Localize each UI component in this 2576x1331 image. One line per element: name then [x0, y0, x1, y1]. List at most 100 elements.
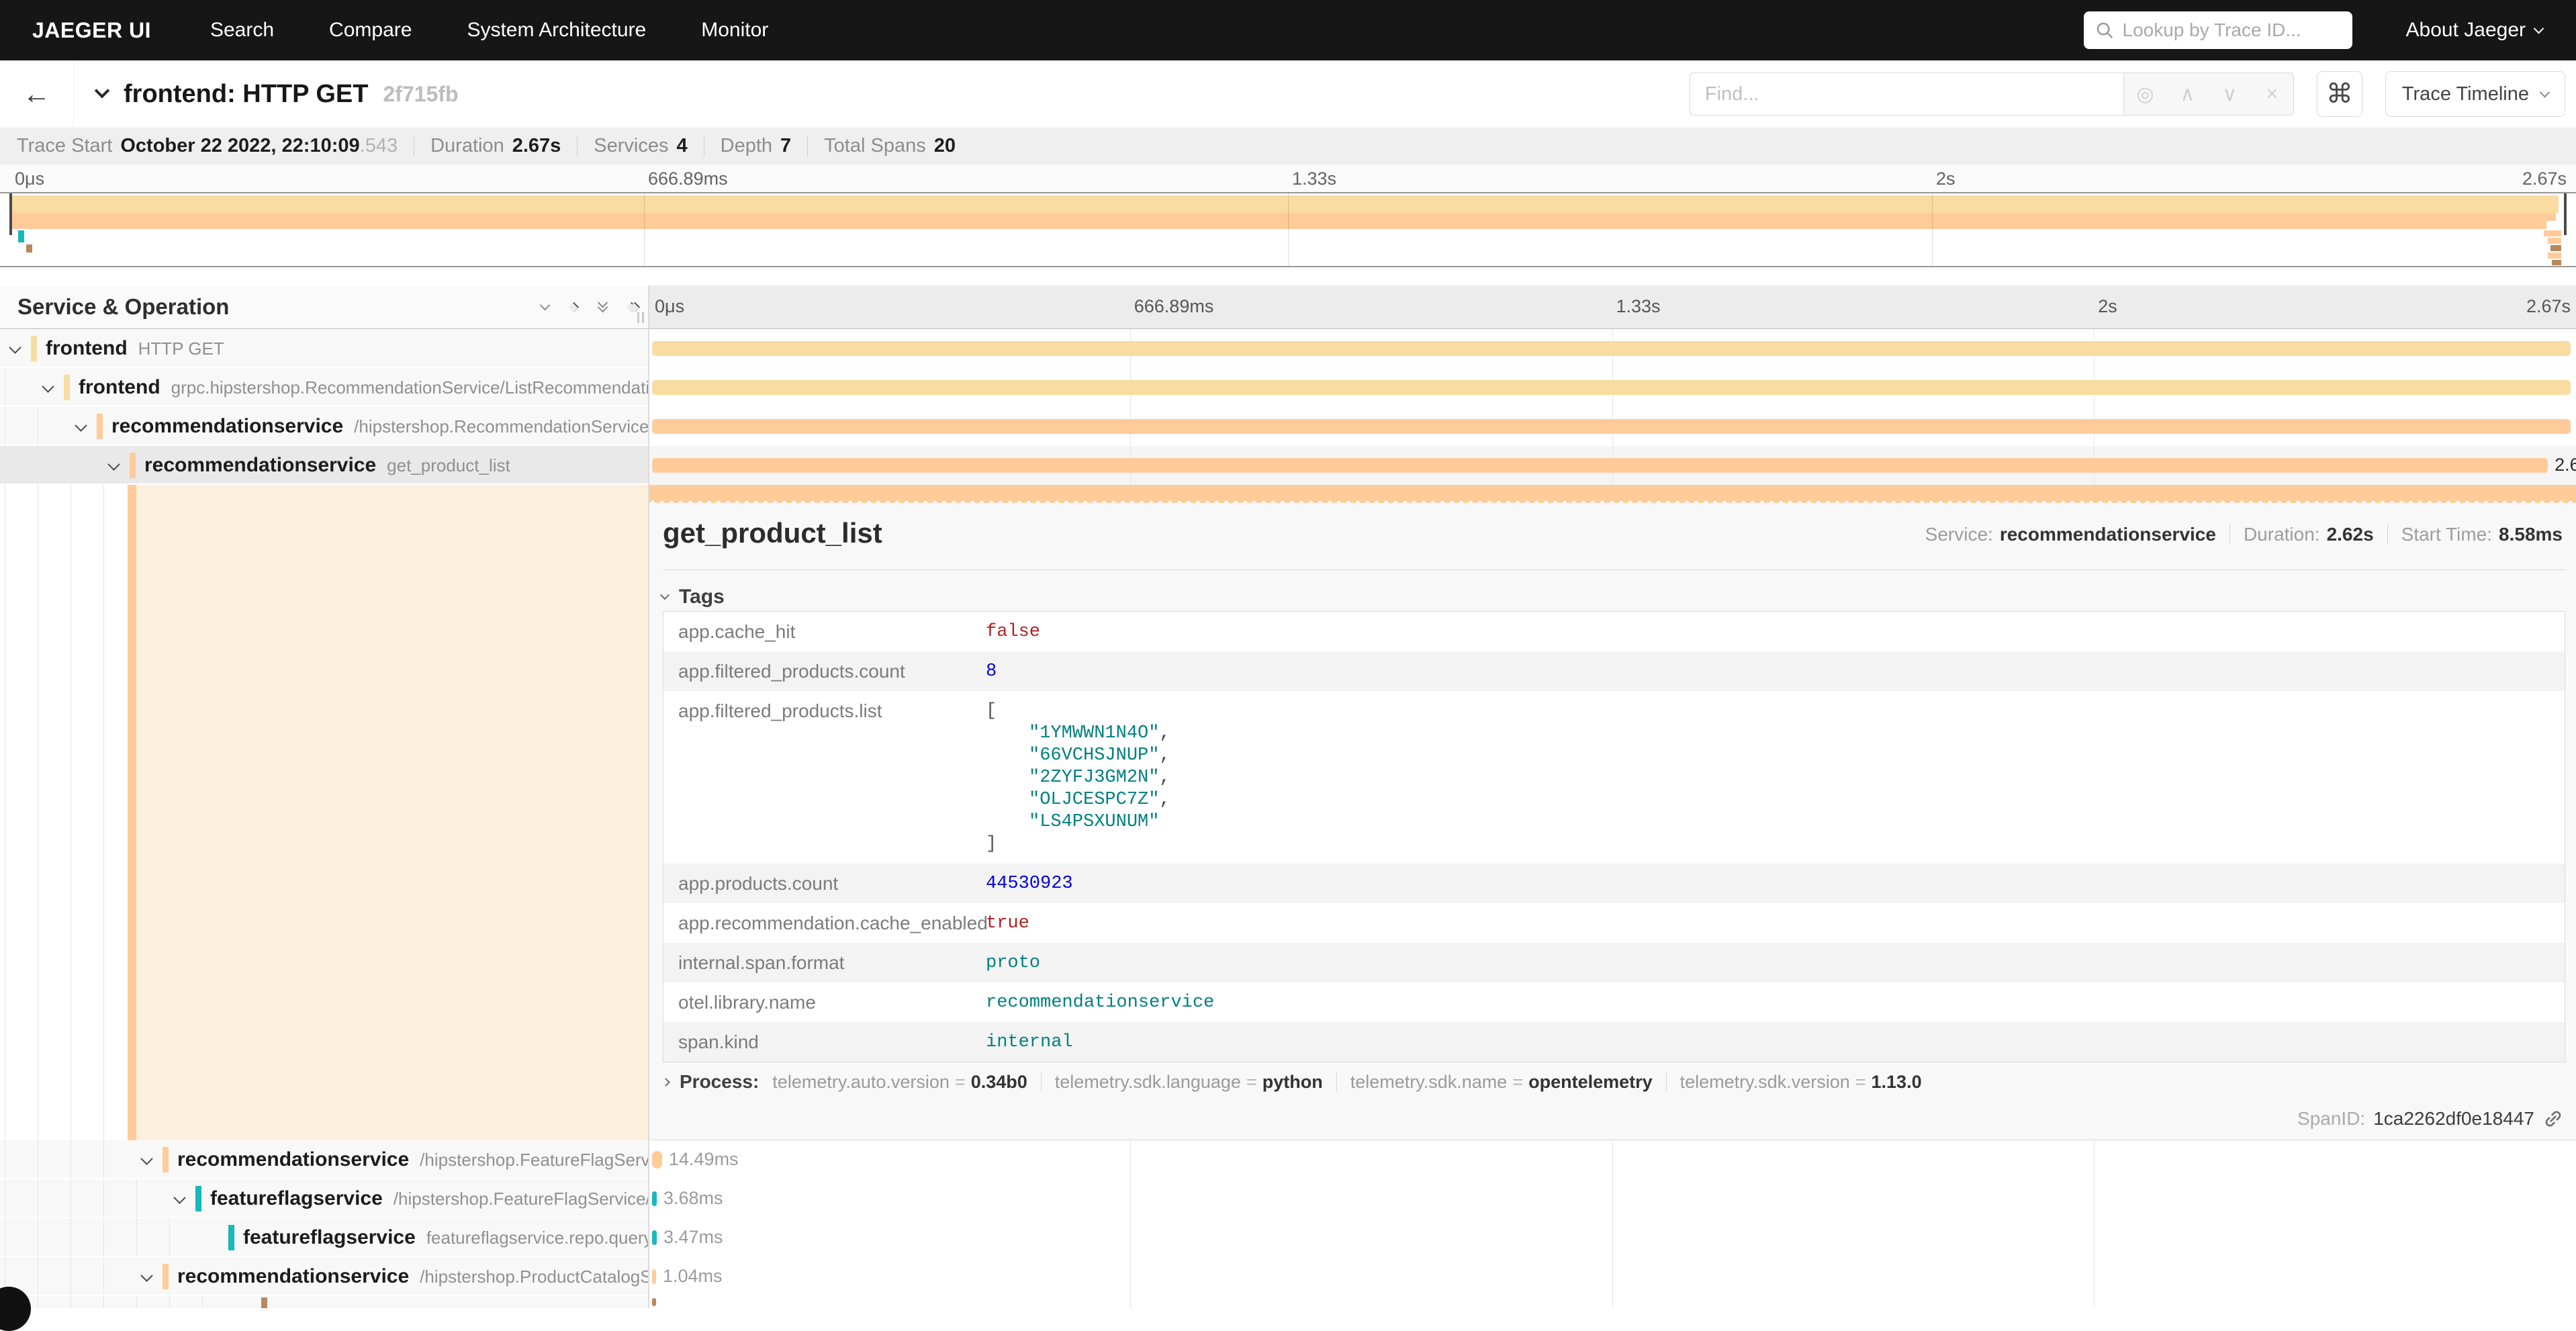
about-jaeger-label: About Jaeger	[2406, 19, 2526, 42]
nav-item-system-architecture[interactable]: System Architecture	[467, 19, 646, 42]
span-row-frontend-grpc-hipstershop-recommendationservice-listrecommendations[interactable]: frontendgrpc.hipstershop.RecommendationS…	[0, 368, 2576, 407]
span-row-recommendationservice-hipstershop-featureflagservice-[interactable]: recommendationservice/hipstershop.Featur…	[0, 1140, 2576, 1179]
span-timeline-cell[interactable]: 3.47ms	[648, 1218, 2576, 1257]
span-duration-bar[interactable]	[652, 419, 2571, 434]
span-accent-zigzag	[648, 497, 2576, 503]
span-duration-bar[interactable]	[652, 1230, 657, 1245]
tags-section-toggle[interactable]: Tags	[661, 586, 725, 608]
expand-all-icon[interactable]	[628, 304, 639, 311]
trace-lookup-box[interactable]	[2084, 11, 2352, 49]
focus-match-button[interactable]: ◎	[2124, 73, 2166, 115]
span-timeline-cell[interactable]	[648, 368, 2576, 407]
span-duration-bar[interactable]	[652, 1269, 656, 1284]
span-id-value: 1ca2262df0e18447	[2373, 1108, 2534, 1130]
span-timeline-cell[interactable]: 3.68ms	[648, 1179, 2576, 1218]
span-expand-chevron[interactable]	[11, 345, 19, 357]
span-name-cell[interactable]: recommendationservice/hipstershop.Recomm…	[0, 407, 648, 446]
column-resizer-handle[interactable]	[637, 312, 644, 323]
minimap-span-bar	[2550, 245, 2561, 251]
minimap-scrubber-right[interactable]	[2564, 193, 2567, 235]
span-expand-chevron[interactable]	[175, 1195, 184, 1207]
span-name-cell[interactable]: recommendationservice/hipstershop.Featur…	[0, 1140, 648, 1179]
equals-sign: =	[955, 1072, 966, 1093]
tag-row-app-filtered-products-list[interactable]: app.filtered_products.list["1YMWWN1N4O",…	[663, 691, 2565, 864]
nav-item-search[interactable]: Search	[210, 19, 274, 42]
meta-value: 2.62s	[2327, 524, 2374, 545]
service-operation-title: Service & Operation	[17, 294, 229, 320]
trace-view-selector[interactable]: Trace Timeline	[2385, 71, 2565, 117]
find-input[interactable]	[1690, 73, 2123, 116]
span-row-frontend-http-get[interactable]: frontendHTTP GET	[0, 329, 2576, 368]
tag-row-internal-span-format[interactable]: internal.span.formatproto	[663, 943, 2565, 982]
minimap-span-bar	[2552, 260, 2561, 265]
tag-row-app-cache-hit[interactable]: app.cache_hitfalse	[663, 612, 2565, 651]
span-expand-chevron[interactable]	[109, 462, 118, 474]
span-expand-chevron[interactable]	[77, 423, 85, 435]
span-timeline-cell[interactable]	[648, 1296, 2576, 1308]
about-jaeger-menu[interactable]: About Jaeger	[2406, 19, 2542, 42]
span-expand-chevron[interactable]	[44, 384, 52, 396]
span-row-recommendationservice-hipstershop-productcatalogser-[interactable]: recommendationservice/hipstershop.Produc…	[0, 1257, 2576, 1296]
span-name-cell[interactable]: frontendgrpc.hipstershop.RecommendationS…	[0, 368, 648, 407]
process-row[interactable]: Process: telemetry.auto.version=0.34b0te…	[663, 1071, 1922, 1093]
span-duration-bar[interactable]	[652, 341, 2571, 356]
span-expand-chevron[interactable]	[142, 1156, 151, 1168]
span-duration-bar[interactable]	[652, 1191, 657, 1206]
span-color-bar	[163, 1264, 169, 1289]
trace-minimap[interactable]	[0, 192, 2576, 267]
tag-row-span-kind[interactable]: span.kindinternal	[663, 1022, 2565, 1062]
array-item: "66VCHSJNUP",	[986, 745, 2558, 767]
timeline-gridline	[1612, 1218, 1613, 1257]
span-timeline-cell[interactable]: 2.62s	[648, 446, 2576, 485]
nav-item-monitor[interactable]: Monitor	[701, 19, 768, 42]
tag-row-app-recommendation-cache-enabled[interactable]: app.recommendation.cache_enabledtrue	[663, 903, 2565, 943]
trace-lookup-input[interactable]	[2123, 19, 2342, 41]
process-label: Process:	[680, 1071, 759, 1093]
clear-find-button[interactable]: ×	[2251, 73, 2293, 115]
span-timeline-cell[interactable]	[648, 329, 2576, 368]
minimap-span-bar	[18, 230, 24, 242]
span-timeline-cell[interactable]: 1.04ms	[648, 1257, 2576, 1296]
nav-item-compare[interactable]: Compare	[329, 19, 412, 42]
span-name-cell[interactable]: recommendationservice/hipstershop.Produc…	[0, 1257, 648, 1296]
span-timeline-cell[interactable]: 14.49ms	[648, 1140, 2576, 1179]
collapse-all-icon[interactable]	[599, 301, 606, 313]
minimap-tick-label: 2.67s	[2522, 169, 2567, 189]
keyboard-shortcuts-button[interactable]: ⌘	[2317, 71, 2362, 117]
span-name-cell[interactable]: frontendHTTP GET	[0, 329, 648, 368]
tag-row-otel-library-name[interactable]: otel.library.namerecommendationservice	[663, 982, 2565, 1022]
collapse-one-icon[interactable]	[541, 304, 549, 311]
span-row-partial[interactable]	[0, 1296, 2576, 1308]
span-duration-bar[interactable]	[652, 380, 2571, 395]
minimap-scrubber-left[interactable]	[9, 193, 12, 235]
deep-link-icon[interactable]	[2542, 1108, 2564, 1130]
span-row-featureflagservice-featureflagservice-repo-query-fe-[interactable]: featureflagservicefeatureflagservice.rep…	[0, 1218, 2576, 1257]
span-row-recommendationservice-get-product-list[interactable]: recommendationserviceget_product_list2.6…	[0, 446, 2576, 485]
trace-collapse-toggle[interactable]	[97, 87, 107, 101]
back-button[interactable]: ←	[0, 60, 74, 128]
span-name-cell[interactable]	[0, 1296, 648, 1308]
app-logo[interactable]: JAEGER UI	[32, 18, 151, 43]
span-duration-bar[interactable]	[652, 1298, 656, 1306]
tag-row-app-filtered-products-count[interactable]: app.filtered_products.count8	[663, 651, 2565, 691]
span-name-cell[interactable]: recommendationserviceget_product_list	[0, 446, 648, 485]
prev-match-button[interactable]: ∧	[2166, 73, 2209, 115]
span-name-cell[interactable]: featureflagservicefeatureflagservice.rep…	[0, 1218, 648, 1257]
span-row-featureflagservice-hipstershop-featureflagservice-ge-[interactable]: featureflagservice/hipstershop.FeatureFl…	[0, 1179, 2576, 1218]
search-icon	[2095, 20, 2115, 40]
panel-divider[interactable]	[648, 285, 649, 1308]
chevron-right-icon	[661, 1078, 670, 1087]
span-duration-bar[interactable]	[652, 458, 2548, 473]
span-row-recommendationservice-hipstershop-recommendationservice-lis-[interactable]: recommendationservice/hipstershop.Recomm…	[0, 407, 2576, 446]
summary-item-label: Depth	[721, 135, 772, 157]
span-color-bar	[261, 1297, 267, 1308]
expand-one-icon[interactable]	[570, 304, 578, 311]
minimap-tick-label: 666.89ms	[648, 169, 728, 189]
tag-value: recommendationservice	[986, 982, 2565, 1022]
span-timeline-cell[interactable]	[648, 407, 2576, 446]
span-name-cell[interactable]: featureflagservice/hipstershop.FeatureFl…	[0, 1179, 648, 1218]
span-expand-chevron[interactable]	[142, 1273, 151, 1285]
tag-row-app-products-count[interactable]: app.products.count44530923	[663, 864, 2565, 903]
span-duration-bar[interactable]	[652, 1151, 662, 1168]
next-match-button[interactable]: ∨	[2209, 73, 2251, 115]
